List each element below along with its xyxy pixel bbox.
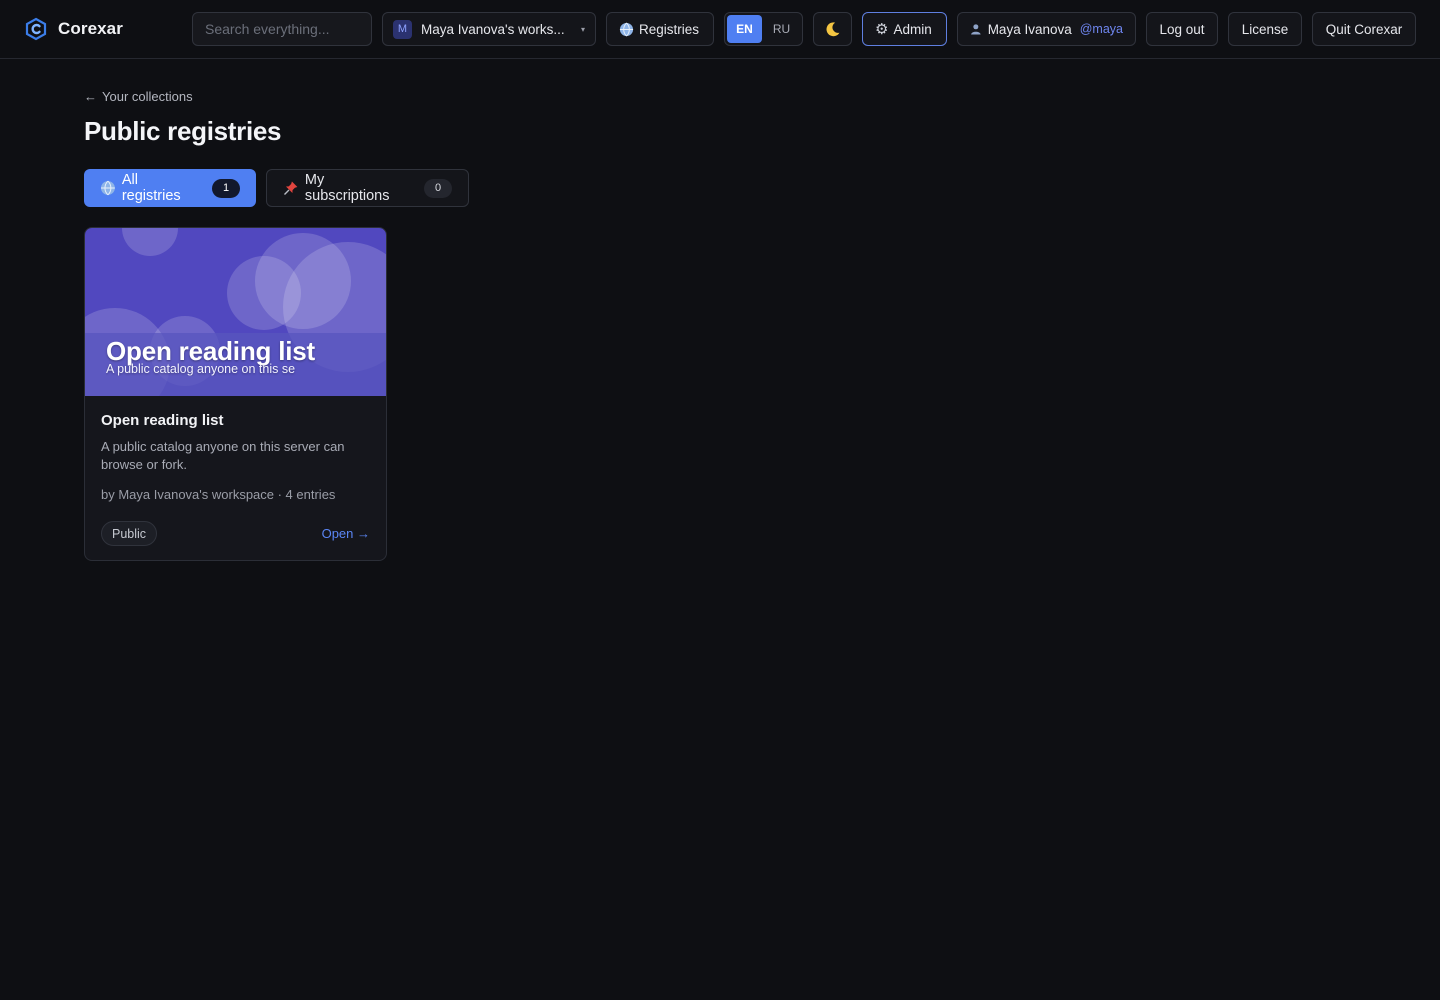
tab-my-subscriptions[interactable]: My subscriptions 0	[266, 169, 469, 207]
user-menu-button[interactable]: Maya Ivanova @maya	[957, 12, 1136, 46]
user-handle: @maya	[1079, 22, 1123, 36]
logout-button[interactable]: Log out	[1146, 12, 1218, 46]
language-option-en[interactable]: EN	[727, 15, 762, 43]
tab-label: My subscriptions	[304, 172, 390, 204]
corexar-logo-icon	[25, 17, 47, 41]
registries-label: Registries	[639, 21, 700, 37]
search-box[interactable]	[192, 12, 372, 46]
chevron-down-icon: ▾	[580, 24, 585, 34]
registry-cover-image: Open reading list A public catalog anyon…	[85, 228, 386, 396]
workspace-initial: M	[393, 19, 412, 39]
tab-label: All registries	[121, 172, 181, 204]
arrow-left-icon: ←	[84, 89, 97, 104]
globe-icon	[100, 180, 115, 196]
globe-icon	[619, 22, 634, 36]
user-icon	[971, 24, 981, 35]
registries-button[interactable]: Registries	[606, 12, 714, 46]
open-registry-link[interactable]: Open →	[322, 526, 370, 541]
moon-icon	[826, 21, 840, 36]
pin-icon	[283, 181, 298, 195]
workspace-label: Maya Ivanova's works...	[421, 21, 565, 37]
registry-description: A public catalog anyone on this server c…	[101, 439, 345, 472]
top-bar: Corexar M Maya Ivanova's works... ▾ Regi…	[0, 0, 1440, 59]
language-option-ru[interactable]: RU	[764, 15, 799, 43]
tab-all-registries[interactable]: All registries 1	[84, 169, 256, 207]
search-input[interactable]	[205, 21, 359, 37]
brand[interactable]: Corexar	[24, 17, 123, 41]
page-title: Public registries	[84, 116, 282, 146]
gear-icon: ⚙	[875, 21, 889, 38]
admin-label: Admin	[893, 21, 932, 37]
workspace-switcher[interactable]: M Maya Ivanova's works... ▾	[382, 12, 596, 46]
back-link[interactable]: ← Your collections	[84, 89, 193, 104]
back-link-label: Your collections	[102, 89, 193, 104]
registry-name: Open reading list	[101, 412, 224, 429]
user-name: Maya Ivanova	[987, 21, 1072, 37]
registry-card[interactable]: Open reading list A public catalog anyon…	[84, 227, 387, 561]
admin-button[interactable]: ⚙ Admin	[862, 12, 947, 46]
language-switcher: EN RU	[724, 12, 803, 46]
theme-toggle-button[interactable]	[813, 12, 852, 46]
app-name: Corexar	[58, 19, 123, 38]
registry-meta: by Maya Ivanova's workspace · 4 entries	[101, 487, 336, 502]
quit-button[interactable]: Quit Corexar	[1312, 12, 1416, 46]
cover-subtitle: A public catalog anyone on this se	[106, 362, 296, 376]
license-button[interactable]: License	[1228, 12, 1302, 46]
tab-count: 0	[424, 178, 452, 198]
visibility-badge: Public	[101, 521, 158, 546]
tab-count: 1	[212, 178, 240, 198]
